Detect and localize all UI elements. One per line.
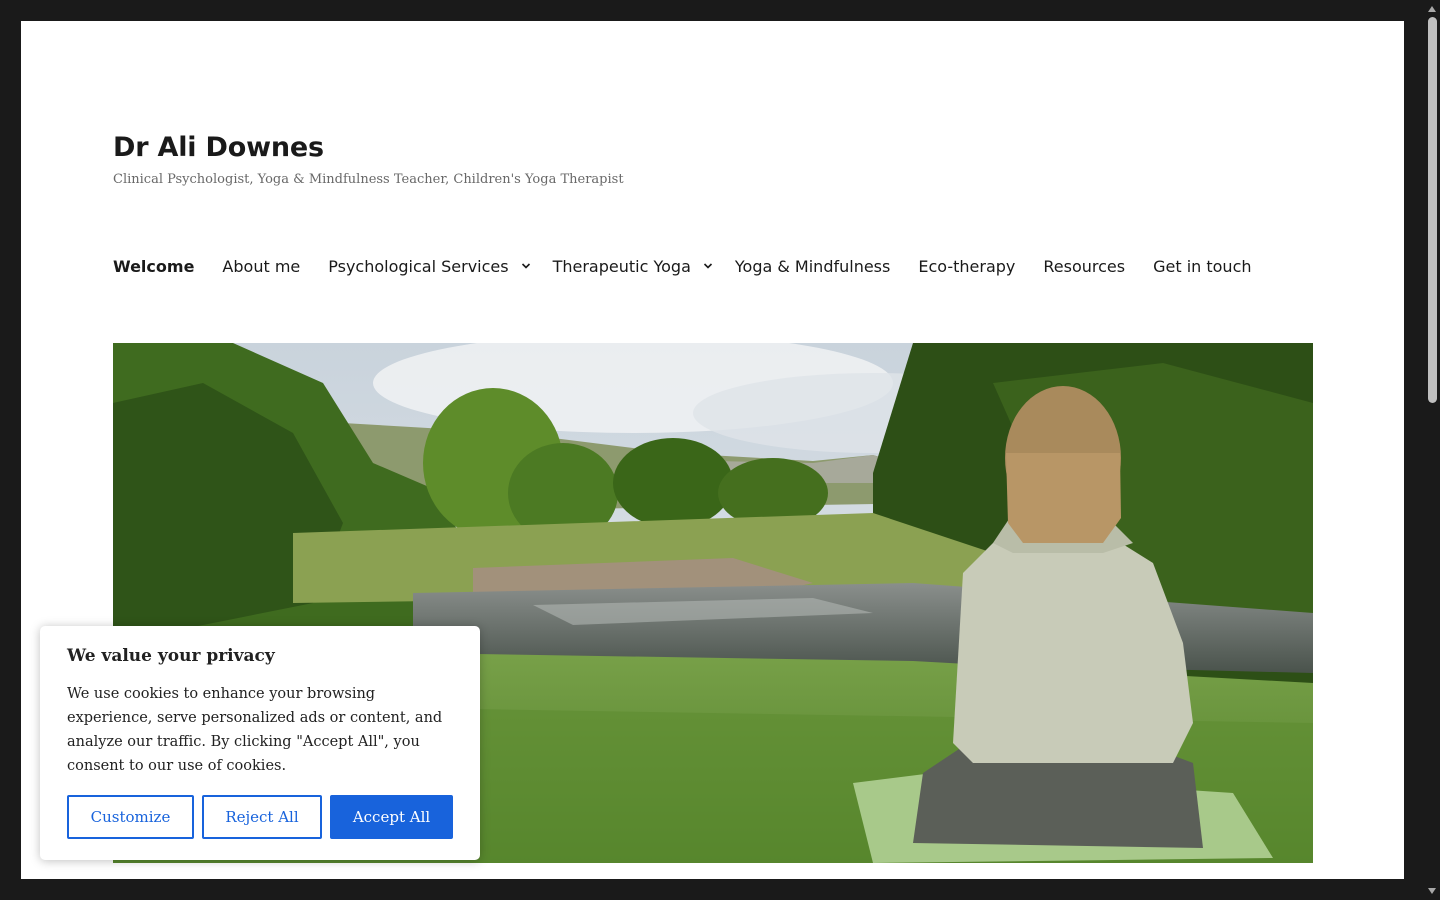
chevron-down-icon[interactable]	[521, 261, 531, 271]
nav-item-get-in-touch[interactable]: Get in touch	[1153, 257, 1251, 276]
nav-item-label: About me	[222, 256, 301, 276]
reject-all-button[interactable]: Reject All	[202, 795, 322, 839]
cookie-banner-text: We use cookies to enhance your browsing …	[67, 686, 443, 774]
primary-navigation: Welcome About me Psychological Services …	[113, 253, 1280, 279]
accept-all-button[interactable]: Accept All	[330, 795, 453, 839]
cookie-consent-banner: We value your privacy We use cookies to …	[40, 626, 480, 860]
nav-item-resources[interactable]: Resources	[1043, 257, 1125, 276]
cookie-button-group: Customize Reject All Accept All	[67, 795, 453, 839]
nav-item-welcome[interactable]: Welcome	[113, 257, 194, 276]
site-title[interactable]: Dr Ali Downes	[113, 132, 324, 163]
site-description: Clinical Psychologist, Yoga & Mindfulnes…	[113, 172, 624, 187]
nav-item-about-me[interactable]: About me	[222, 257, 300, 276]
nav-item-psychological-services[interactable]: Psychological Services	[328, 257, 530, 276]
nav-item-eco-therapy[interactable]: Eco-therapy	[918, 257, 1015, 276]
customize-button[interactable]: Customize	[67, 795, 194, 839]
scrollbar-thumb[interactable]	[1428, 17, 1437, 403]
nav-item-yoga-mindfulness[interactable]: Yoga & Mindfulness	[735, 257, 890, 276]
vertical-scrollbar[interactable]	[1425, 0, 1440, 900]
nav-item-label: Therapeutic Yoga	[552, 256, 691, 276]
nav-item-label: Welcome	[113, 256, 195, 276]
nav-item-label: Get in touch	[1153, 256, 1252, 276]
scroll-up-arrow-icon[interactable]	[1428, 6, 1436, 12]
nav-item-label: Yoga & Mindfulness	[734, 256, 891, 276]
nav-item-label: Resources	[1043, 256, 1126, 276]
chevron-down-icon[interactable]	[703, 261, 713, 271]
nav-item-therapeutic-yoga[interactable]: Therapeutic Yoga	[553, 257, 713, 276]
nav-item-label: Psychological Services	[328, 256, 509, 276]
nav-item-label: Eco-therapy	[918, 256, 1016, 276]
scroll-down-arrow-icon[interactable]	[1428, 888, 1436, 894]
cookie-banner-title: We value your privacy	[67, 646, 275, 666]
